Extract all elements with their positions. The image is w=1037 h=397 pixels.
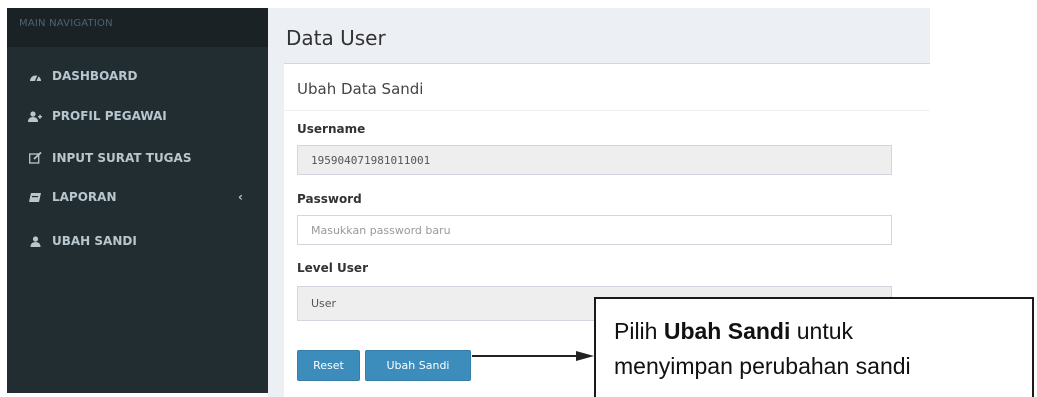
edit-icon	[26, 152, 44, 164]
callout-box: Pilih Ubah Sandi untuk menyimpan perubah…	[594, 297, 1034, 397]
box-title: Ubah Data Sandi	[297, 80, 424, 98]
sidebar: MAIN NAVIGATION DASHBOARD PROFIL PEGAWAI…	[7, 8, 268, 393]
sidebar-item-profil-pegawai[interactable]: PROFIL PEGAWAI	[7, 99, 268, 133]
sidebar-item-label: UBAH SANDI	[52, 234, 137, 248]
sidebar-item-label: DASHBOARD	[52, 69, 138, 83]
ubah-sandi-button[interactable]: Ubah Sandi	[365, 350, 471, 381]
sidebar-item-label: INPUT SURAT TUGAS	[52, 151, 192, 165]
book-icon	[26, 192, 44, 203]
password-label: Password	[297, 192, 362, 206]
callout-bold: Ubah Sandi	[663, 318, 791, 344]
level-user-label: Level User	[297, 261, 368, 275]
username-field[interactable]: 195904071981011001	[297, 145, 892, 175]
callout-prefix: Pilih	[614, 318, 664, 344]
sidebar-item-label: LAPORAN	[52, 190, 117, 204]
box-divider	[284, 110, 930, 111]
sidebar-header: MAIN NAVIGATION	[7, 8, 268, 47]
user-icon	[26, 235, 44, 247]
callout-arrow-line	[472, 355, 578, 357]
callout-line-2: menyimpan perubahan sandi	[614, 353, 911, 379]
page-title: Data User	[286, 26, 386, 50]
sidebar-item-dashboard[interactable]: DASHBOARD	[7, 59, 268, 93]
callout-arrowhead	[576, 351, 594, 361]
chevron-left-icon: ‹	[238, 190, 243, 204]
sidebar-item-label: PROFIL PEGAWAI	[52, 109, 167, 123]
user-plus-icon	[26, 110, 44, 122]
password-field[interactable]: Masukkan password baru	[297, 215, 892, 245]
callout-line-1: Pilih Ubah Sandi untuk	[614, 314, 1032, 349]
sidebar-item-input-surat-tugas[interactable]: INPUT SURAT TUGAS	[7, 141, 268, 175]
username-label: Username	[297, 122, 366, 136]
callout-suffix: untuk	[790, 318, 854, 344]
sidebar-item-ubah-sandi[interactable]: UBAH SANDI	[7, 224, 268, 258]
dashboard-icon	[26, 71, 44, 82]
reset-button[interactable]: Reset	[297, 350, 360, 381]
sidebar-item-laporan[interactable]: LAPORAN ‹	[7, 180, 268, 214]
